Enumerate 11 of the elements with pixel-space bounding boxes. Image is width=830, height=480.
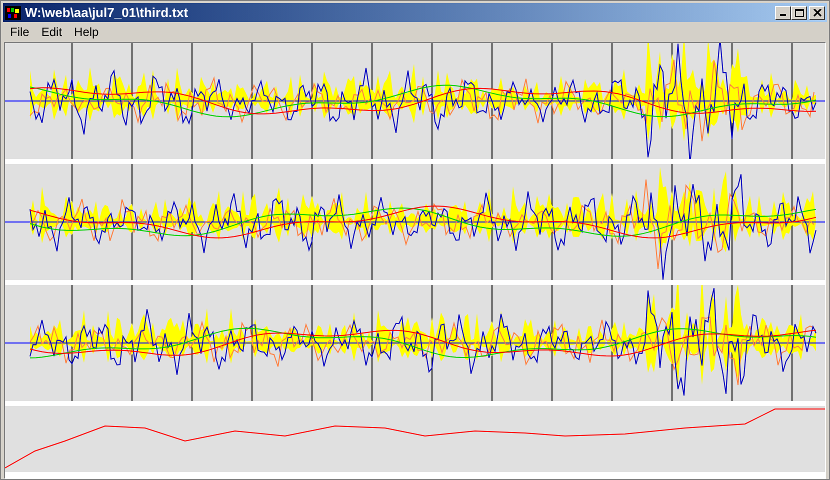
app-icon xyxy=(5,6,21,20)
close-button[interactable] xyxy=(809,6,825,20)
maximize-icon xyxy=(794,8,804,16)
maximize-button[interactable] xyxy=(791,6,807,20)
menu-item[interactable]: Edit xyxy=(35,23,68,41)
minimize-icon xyxy=(780,14,786,16)
menu-item[interactable]: File xyxy=(4,23,36,41)
close-icon xyxy=(812,8,822,16)
window-title: W:\web\aa\jul7_01\third.txt xyxy=(25,6,188,19)
menu-item[interactable]: Help xyxy=(68,23,105,41)
minimize-button[interactable] xyxy=(775,6,791,20)
